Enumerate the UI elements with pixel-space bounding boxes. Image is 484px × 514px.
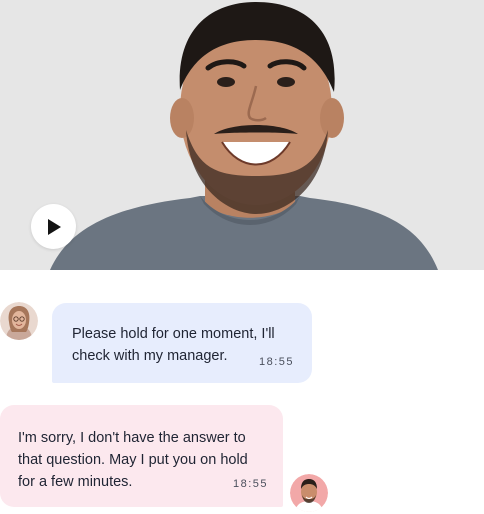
video-player[interactable]: [0, 0, 484, 270]
message-timestamp: 18:55: [258, 356, 294, 368]
message-line: I'm sorry, I don't have the answer to: [18, 430, 246, 446]
message-bubble-user: I'm sorry, I don't have the answer to th…: [0, 405, 283, 507]
play-button[interactable]: [31, 204, 76, 249]
agent-avatar: [0, 302, 38, 340]
message-line: Please hold for one moment, I'll: [72, 326, 275, 342]
message-timestamp: 18:55: [232, 478, 268, 490]
message-bubble-agent: Please hold for one moment, I'll check w…: [52, 303, 312, 383]
play-icon: [47, 218, 61, 235]
woman-avatar: [0, 302, 38, 340]
message-line: for a few minutes.: [18, 474, 133, 490]
message-line: that question. May I put you on hold: [18, 452, 248, 468]
man-avatar: [290, 474, 328, 512]
user-avatar: [290, 474, 328, 512]
